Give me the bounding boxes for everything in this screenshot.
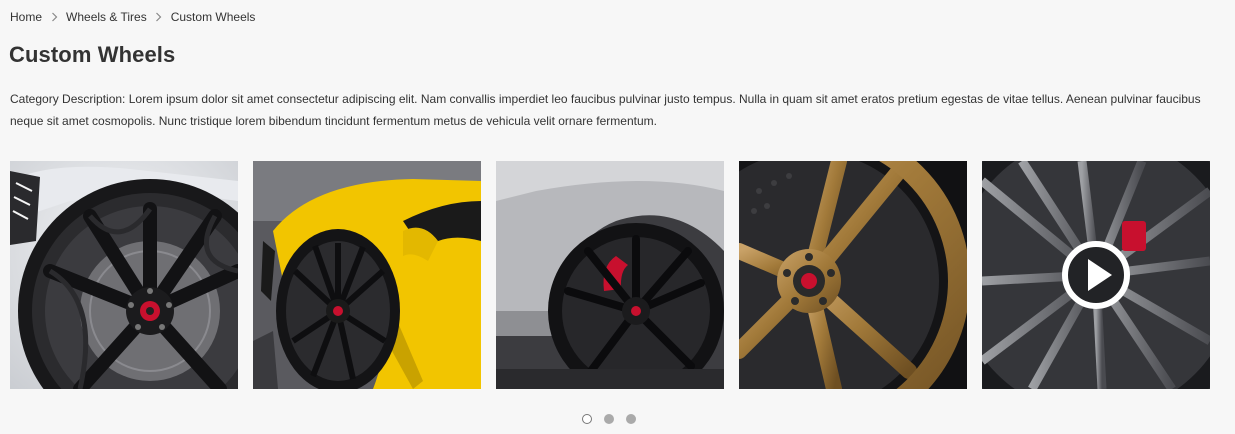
wheel-photo-4 [739, 161, 967, 389]
play-video-button[interactable] [1060, 239, 1132, 311]
carousel-dot-1[interactable] [582, 414, 592, 424]
carousel-dot-2[interactable] [604, 414, 614, 424]
wheel-photo-2 [253, 161, 481, 389]
carousel-pagination [582, 414, 636, 424]
gallery-tile-1[interactable] [10, 161, 238, 389]
breadcrumb-home[interactable]: Home [10, 10, 42, 24]
breadcrumb-current: Custom Wheels [170, 10, 256, 24]
page-title: Custom Wheels [9, 42, 176, 67]
play-circle-icon [1062, 241, 1130, 309]
chevron-right-icon [42, 10, 66, 24]
wheel-photo-1 [10, 161, 238, 389]
gallery-tile-5-video[interactable] [982, 161, 1210, 389]
category-page: Home Wheels & Tires Custom Wheels Custom… [0, 0, 1235, 434]
breadcrumb-wheels-tires[interactable]: Wheels & Tires [66, 10, 147, 24]
wheel-gallery-carousel [10, 161, 1210, 389]
category-description: Category Description: Lorem ipsum dolor … [10, 92, 1201, 128]
chevron-right-icon [147, 10, 171, 24]
gallery-tile-2[interactable] [253, 161, 481, 389]
breadcrumb: Home Wheels & Tires Custom Wheels [10, 10, 255, 24]
gallery-tile-3[interactable] [496, 161, 724, 389]
carousel-dot-3[interactable] [626, 414, 636, 424]
wheel-photo-3 [496, 161, 724, 389]
gallery-tile-4[interactable] [739, 161, 967, 389]
